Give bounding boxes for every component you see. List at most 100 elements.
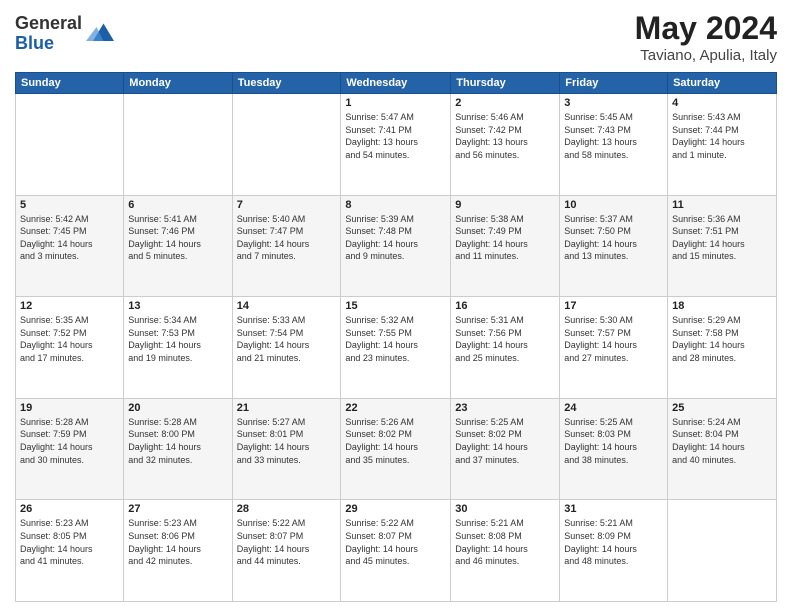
header: General Blue May 2024 Taviano, Apulia, I…	[15, 10, 777, 64]
day-info: Sunrise: 5:22 AM Sunset: 8:07 PM Dayligh…	[237, 517, 337, 567]
calendar-cell: 12 Sunrise: 5:35 AM Sunset: 7:52 PM Dayli…	[16, 297, 124, 399]
calendar-cell: 3 Sunrise: 5:45 AM Sunset: 7:43 PM Daylig…	[560, 94, 668, 196]
calendar-cell: 18Sunrise: 5:29 AM Sunset: 7:58 PM Dayli…	[668, 297, 777, 399]
day-info: Sunrise: 5:26 AM Sunset: 8:02 PM Dayligh…	[345, 416, 446, 466]
day-info: Sunrise: 5:21 AM Sunset: 8:09 PM Dayligh…	[564, 517, 663, 567]
day-info: Sunrise: 5:30 AM Sunset: 7:57 PM Dayligh…	[564, 314, 663, 364]
day-info: Sunrise: 5:41 AM Sunset: 7:46 PM Dayligh…	[128, 213, 227, 263]
day-info: Sunrise: 5:42 AM Sunset: 7:45 PM Dayligh…	[20, 213, 119, 263]
day-number: 15	[345, 300, 446, 312]
day-number: 19	[20, 402, 119, 414]
week-row-5: 26Sunrise: 5:23 AM Sunset: 8:05 PM Dayli…	[16, 500, 777, 602]
day-number: 13	[128, 300, 227, 312]
day-number: 28	[237, 503, 337, 515]
calendar-cell	[124, 94, 232, 196]
day-number: 22	[345, 402, 446, 414]
day-number: 11	[672, 199, 772, 211]
day-info: Sunrise: 5:47 AM Sunset: 7:41 PM Dayligh…	[345, 111, 446, 161]
calendar-cell: 5 Sunrise: 5:42 AM Sunset: 7:45 PM Daylig…	[16, 195, 124, 297]
calendar-cell: 8 Sunrise: 5:39 AM Sunset: 7:48 PM Daylig…	[341, 195, 451, 297]
day-info: Sunrise: 5:34 AM Sunset: 7:53 PM Dayligh…	[128, 314, 227, 364]
calendar-cell	[232, 94, 341, 196]
day-info: Sunrise: 5:39 AM Sunset: 7:48 PM Dayligh…	[345, 213, 446, 263]
calendar-cell: 31 Sunrise: 5:21 AM Sunset: 8:09 PM Dayli…	[560, 500, 668, 602]
header-row: SundayMondayTuesdayWednesdayThursdayFrid…	[16, 73, 777, 94]
day-number: 30	[455, 503, 555, 515]
week-row-2: 5 Sunrise: 5:42 AM Sunset: 7:45 PM Daylig…	[16, 195, 777, 297]
day-info: Sunrise: 5:43 AM Sunset: 7:44 PM Dayligh…	[672, 111, 772, 161]
week-row-4: 19 Sunrise: 5:28 AM Sunset: 7:59 PM Dayli…	[16, 398, 777, 500]
day-number: 18	[672, 300, 772, 312]
day-info: Sunrise: 5:24 AM Sunset: 8:04 PM Dayligh…	[672, 416, 772, 466]
header-day-friday: Friday	[560, 73, 668, 94]
day-info: Sunrise: 5:35 AM Sunset: 7:52 PM Dayligh…	[20, 314, 119, 364]
header-day-tuesday: Tuesday	[232, 73, 341, 94]
day-number: 20	[128, 402, 227, 414]
calendar-cell: 2Sunrise: 5:46 AM Sunset: 7:42 PM Daylig…	[451, 94, 560, 196]
calendar-cell	[16, 94, 124, 196]
day-number: 25	[672, 402, 772, 414]
calendar-cell: 6 Sunrise: 5:41 AM Sunset: 7:46 PM Daylig…	[124, 195, 232, 297]
day-info: Sunrise: 5:23 AM Sunset: 8:06 PM Dayligh…	[128, 517, 227, 567]
month-year: May 2024	[635, 10, 777, 47]
day-number: 17	[564, 300, 663, 312]
day-number: 6	[128, 199, 227, 211]
day-info: Sunrise: 5:28 AM Sunset: 8:00 PM Dayligh…	[128, 416, 227, 466]
logo-general: General	[15, 14, 82, 34]
calendar-cell: 1Sunrise: 5:47 AM Sunset: 7:41 PM Daylig…	[341, 94, 451, 196]
day-number: 8	[345, 199, 446, 211]
day-info: Sunrise: 5:45 AM Sunset: 7:43 PM Dayligh…	[564, 111, 663, 161]
calendar-cell: 13 Sunrise: 5:34 AM Sunset: 7:53 PM Dayli…	[124, 297, 232, 399]
day-info: Sunrise: 5:25 AM Sunset: 8:03 PM Dayligh…	[564, 416, 663, 466]
day-number: 27	[128, 503, 227, 515]
page: General Blue May 2024 Taviano, Apulia, I…	[0, 0, 792, 612]
header-day-wednesday: Wednesday	[341, 73, 451, 94]
calendar-cell: 29Sunrise: 5:22 AM Sunset: 8:07 PM Dayli…	[341, 500, 451, 602]
header-day-monday: Monday	[124, 73, 232, 94]
day-number: 31	[564, 503, 663, 515]
calendar-table: SundayMondayTuesdayWednesdayThursdayFrid…	[15, 72, 777, 602]
calendar-cell: 15Sunrise: 5:32 AM Sunset: 7:55 PM Dayli…	[341, 297, 451, 399]
day-number: 21	[237, 402, 337, 414]
calendar-cell: 27 Sunrise: 5:23 AM Sunset: 8:06 PM Dayli…	[124, 500, 232, 602]
calendar-cell: 21 Sunrise: 5:27 AM Sunset: 8:01 PM Dayli…	[232, 398, 341, 500]
day-number: 3	[564, 97, 663, 109]
calendar-cell: 11Sunrise: 5:36 AM Sunset: 7:51 PM Dayli…	[668, 195, 777, 297]
day-info: Sunrise: 5:28 AM Sunset: 7:59 PM Dayligh…	[20, 416, 119, 466]
day-number: 10	[564, 199, 663, 211]
header-day-saturday: Saturday	[668, 73, 777, 94]
calendar-cell: 24 Sunrise: 5:25 AM Sunset: 8:03 PM Dayli…	[560, 398, 668, 500]
day-number: 24	[564, 402, 663, 414]
calendar-cell: 19 Sunrise: 5:28 AM Sunset: 7:59 PM Dayli…	[16, 398, 124, 500]
logo: General Blue	[15, 14, 114, 54]
day-info: Sunrise: 5:37 AM Sunset: 7:50 PM Dayligh…	[564, 213, 663, 263]
title-block: May 2024 Taviano, Apulia, Italy	[635, 10, 777, 64]
header-day-thursday: Thursday	[451, 73, 560, 94]
day-number: 7	[237, 199, 337, 211]
day-number: 26	[20, 503, 119, 515]
day-info: Sunrise: 5:31 AM Sunset: 7:56 PM Dayligh…	[455, 314, 555, 364]
day-info: Sunrise: 5:33 AM Sunset: 7:54 PM Dayligh…	[237, 314, 337, 364]
calendar-cell: 26Sunrise: 5:23 AM Sunset: 8:05 PM Dayli…	[16, 500, 124, 602]
week-row-3: 12 Sunrise: 5:35 AM Sunset: 7:52 PM Dayli…	[16, 297, 777, 399]
day-info: Sunrise: 5:38 AM Sunset: 7:49 PM Dayligh…	[455, 213, 555, 263]
day-number: 5	[20, 199, 119, 211]
day-info: Sunrise: 5:40 AM Sunset: 7:47 PM Dayligh…	[237, 213, 337, 263]
calendar-cell: 17 Sunrise: 5:30 AM Sunset: 7:57 PM Dayli…	[560, 297, 668, 399]
location: Taviano, Apulia, Italy	[635, 47, 777, 64]
day-info: Sunrise: 5:27 AM Sunset: 8:01 PM Dayligh…	[237, 416, 337, 466]
day-info: Sunrise: 5:22 AM Sunset: 8:07 PM Dayligh…	[345, 517, 446, 567]
calendar-cell: 23Sunrise: 5:25 AM Sunset: 8:02 PM Dayli…	[451, 398, 560, 500]
day-number: 4	[672, 97, 772, 109]
day-info: Sunrise: 5:25 AM Sunset: 8:02 PM Dayligh…	[455, 416, 555, 466]
calendar-cell: 22 Sunrise: 5:26 AM Sunset: 8:02 PM Dayli…	[341, 398, 451, 500]
calendar-cell: 16Sunrise: 5:31 AM Sunset: 7:56 PM Dayli…	[451, 297, 560, 399]
calendar-cell: 25 Sunrise: 5:24 AM Sunset: 8:04 PM Dayli…	[668, 398, 777, 500]
calendar-cell: 20 Sunrise: 5:28 AM Sunset: 8:00 PM Dayli…	[124, 398, 232, 500]
calendar-cell: 9Sunrise: 5:38 AM Sunset: 7:49 PM Daylig…	[451, 195, 560, 297]
calendar-cell: 28 Sunrise: 5:22 AM Sunset: 8:07 PM Dayli…	[232, 500, 341, 602]
calendar-cell	[668, 500, 777, 602]
day-number: 12	[20, 300, 119, 312]
calendar-cell: 30Sunrise: 5:21 AM Sunset: 8:08 PM Dayli…	[451, 500, 560, 602]
calendar-cell: 10 Sunrise: 5:37 AM Sunset: 7:50 PM Dayli…	[560, 195, 668, 297]
